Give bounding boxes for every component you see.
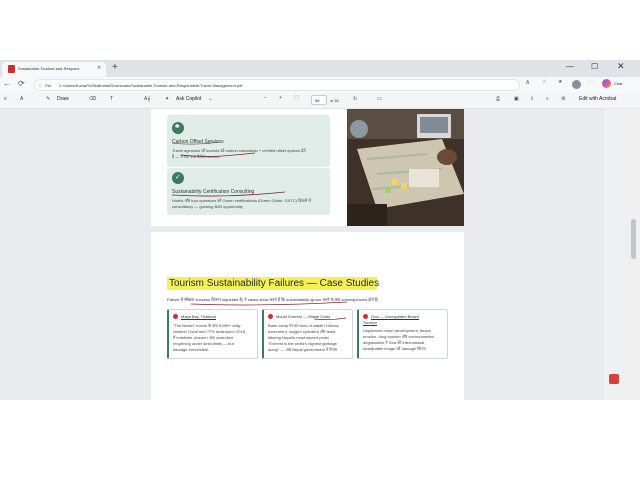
travel-planning-photo [347,109,464,226]
text-icon[interactable]: A [20,96,23,102]
case-card: Mount Everest — Waste Crisis Base camp प… [262,309,353,359]
pdf-page-1: ♣ Carbon Offset Services Travel agencies… [151,109,464,226]
case-card: Maya Bay, Thailand "The Beach" movie के … [167,309,258,359]
pdf-page-2: Tourism Sustainability Failures — Case S… [151,232,464,400]
service-card: ✓ Sustainability Certification Consultin… [167,168,330,215]
case-line: Unplanned resort development, beach [363,328,431,333]
case-title: Goa — Unregulated Beach [371,314,420,319]
print-icon[interactable]: ⎙ [496,96,500,102]
eraser-icon[interactable]: ⌫ [89,96,96,102]
zoom-out-icon[interactable]: − [264,95,267,101]
side-panel [604,109,628,400]
read-aloud-icon[interactable]: A [526,80,529,86]
profile-avatar[interactable] [572,80,581,89]
refresh-icon[interactable]: ⟳ [18,79,25,88]
photo-illustration [347,109,464,226]
edit-acrobat-label[interactable]: Edit with Acrobat [579,96,616,102]
copilot-icon[interactable] [602,79,611,88]
maximize-icon[interactable]: ☐ [591,62,598,71]
red-dot-icon [173,314,178,319]
draw-icon[interactable]: ✎ [46,96,50,102]
case-title-cont: Tourism [363,320,378,325]
fit-page-icon[interactable]: ⬚ [294,95,299,101]
url-text: C:/Users/Komal%20kathoria/Downloads/Sust… [59,83,243,88]
settings-icon[interactable]: ⚙ [561,96,565,102]
page-total: of 60 [330,98,339,103]
pdf-file-icon [8,65,15,73]
save-icon[interactable]: ▣ [514,96,519,102]
chat-label[interactable]: Chat [614,81,622,86]
ink-underline [313,317,347,321]
case-line: sustainable image को damage किया। [363,346,427,351]
close-tab-icon[interactable]: ✕ [97,65,101,71]
case-line: reopening under strict limits — but [173,341,234,346]
tab-title: Sustainable-Tourism-and-Respons [18,66,80,71]
more-options-icon[interactable]: ⋯ [588,79,593,85]
new-tab-icon[interactable]: + [112,62,118,73]
ink-underline [171,191,286,197]
address-bar[interactable]: ⓘ File C:/Users/Komal%20kathoria/Downloa… [34,79,520,91]
add-text-icon[interactable]: T [110,96,113,102]
info-icon: ⓘ [38,83,42,88]
search-icon[interactable]: ⌕ [546,96,549,102]
read-aloud-pdf-icon[interactable]: A𝄞 [144,96,150,102]
zoom-in-icon[interactable]: + [279,95,282,101]
favorites-bar-icon[interactable]: ★ [558,79,562,85]
draw-label[interactable]: Draw [57,96,69,102]
chevron-down-icon[interactable]: ⌄ [208,96,212,102]
favorite-icon[interactable]: ☆ [542,79,546,85]
ask-copilot-label[interactable]: Ask Copilot [176,96,201,102]
close-window-icon[interactable]: ✕ [617,61,625,72]
page-number-input[interactable]: 56 [311,95,327,105]
browser-tab[interactable]: Sustainable-Tourism-and-Respons ✕ [2,62,106,77]
save-as-icon[interactable]: ⇩ [530,96,534,102]
ink-underline [171,141,256,157]
minimize-icon[interactable]: — [566,62,574,71]
case-title: Maya Bay, Thailand [181,314,216,319]
acrobat-icon[interactable] [609,374,619,384]
address-prefix: File [45,83,52,88]
back-icon[interactable]: ← [3,79,11,88]
red-dot-icon [363,314,368,319]
highlight-icon[interactable]: ≡ [4,96,7,102]
case-line: damage irreversible. [173,347,210,352]
rotate-icon[interactable]: ↻ [353,96,357,102]
scrollbar-thumb[interactable] [631,219,636,259]
copilot-small-icon[interactable]: ✦ [165,96,169,102]
page-view-icon[interactable]: ▭ [377,96,382,102]
scrollbar[interactable] [628,109,640,400]
service-card: ♣ Carbon Offset Services Travel agencies… [167,115,330,167]
page-current: 56 [315,98,320,103]
case-card: Goa — Unregulated Beach Tourism Unplanne… [357,309,448,359]
